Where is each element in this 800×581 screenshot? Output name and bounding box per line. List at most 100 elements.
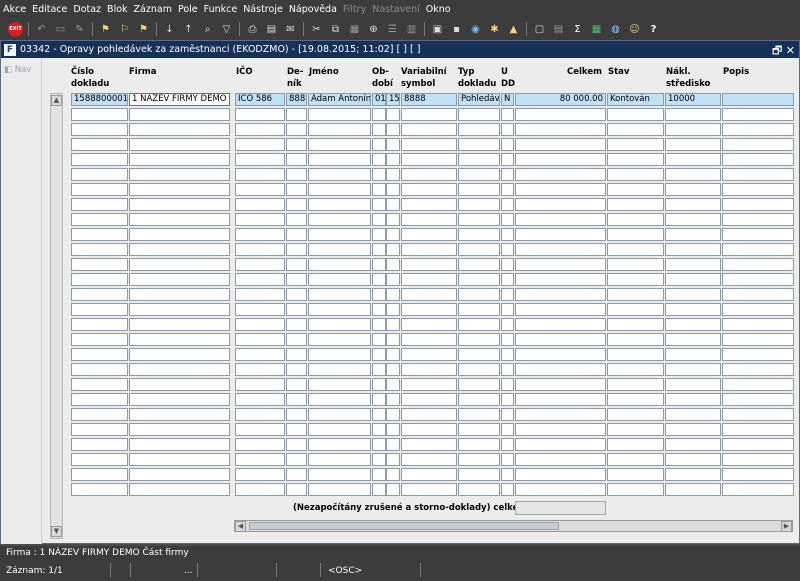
- empty-cell-typ[interactable]: [458, 273, 500, 286]
- empty-cell-firma[interactable]: [129, 303, 230, 316]
- empty-cell-udd[interactable]: [501, 303, 514, 316]
- empty-cell-typ[interactable]: [458, 333, 500, 346]
- empty-cell-celkem[interactable]: [515, 198, 606, 211]
- zoom-icon[interactable]: ⊕: [366, 22, 381, 37]
- empty-cell-jmeno[interactable]: [308, 453, 371, 466]
- empty-cell-denik[interactable]: [286, 123, 307, 136]
- empty-cell-popis[interactable]: [722, 318, 794, 331]
- empty-cell-ico[interactable]: [235, 108, 285, 121]
- empty-cell-obdobi[interactable]: [372, 483, 386, 496]
- empty-cell-typ[interactable]: [458, 393, 500, 406]
- search-icon[interactable]: ⌕: [200, 22, 215, 37]
- empty-cell-stav[interactable]: [607, 138, 664, 151]
- empty-cell-nakl[interactable]: [665, 408, 721, 421]
- empty-cell-popis[interactable]: [722, 453, 794, 466]
- empty-cell-popis[interactable]: [722, 183, 794, 196]
- empty-cell-stav[interactable]: [607, 348, 664, 361]
- empty-cell-cislo[interactable]: [71, 213, 128, 226]
- empty-cell-denik[interactable]: [286, 408, 307, 421]
- empty-cell-firma[interactable]: [129, 213, 230, 226]
- empty-cell-varsym[interactable]: [401, 288, 457, 301]
- empty-cell-denik[interactable]: [286, 168, 307, 181]
- record-cell-typ[interactable]: Pohledávk: [458, 93, 500, 106]
- star-icon[interactable]: ✱: [487, 22, 502, 37]
- empty-cell-ico[interactable]: [235, 153, 285, 166]
- empty-cell-obdobi2[interactable]: [386, 348, 400, 361]
- record-scrollbar[interactable]: ▲ ▼: [50, 93, 63, 539]
- empty-cell-obdobi2[interactable]: [386, 378, 400, 391]
- empty-cell-nakl[interactable]: [665, 393, 721, 406]
- empty-cell-typ[interactable]: [458, 423, 500, 436]
- menu-item-editace[interactable]: Editace: [29, 4, 70, 15]
- empty-cell-udd[interactable]: [501, 243, 514, 256]
- nav-button[interactable]: ◧ Nav: [4, 65, 31, 75]
- empty-cell-celkem[interactable]: [515, 183, 606, 196]
- empty-cell-obdobi[interactable]: [372, 153, 386, 166]
- empty-cell-obdobi[interactable]: [372, 243, 386, 256]
- empty-cell-typ[interactable]: [458, 258, 500, 271]
- empty-cell-celkem[interactable]: [515, 423, 606, 436]
- menu-item-nastaveni[interactable]: Nastavení: [369, 4, 423, 15]
- empty-cell-denik[interactable]: [286, 303, 307, 316]
- empty-cell-ico[interactable]: [235, 213, 285, 226]
- empty-cell-cislo[interactable]: [71, 273, 128, 286]
- empty-cell-nakl[interactable]: [665, 288, 721, 301]
- empty-cell-cislo[interactable]: [71, 393, 128, 406]
- empty-cell-cislo[interactable]: [71, 483, 128, 496]
- empty-cell-stav[interactable]: [607, 453, 664, 466]
- empty-cell-celkem[interactable]: [515, 243, 606, 256]
- empty-cell-obdobi[interactable]: [372, 288, 386, 301]
- empty-cell-typ[interactable]: [458, 243, 500, 256]
- record-cell-udd[interactable]: N: [501, 93, 514, 106]
- save-icon[interactable]: ▪: [449, 22, 464, 37]
- empty-cell-obdobi2[interactable]: [386, 318, 400, 331]
- empty-cell-jmeno[interactable]: [308, 333, 371, 346]
- empty-cell-obdobi[interactable]: [372, 423, 386, 436]
- empty-cell-celkem[interactable]: [515, 213, 606, 226]
- empty-cell-denik[interactable]: [286, 228, 307, 241]
- empty-cell-udd[interactable]: [501, 288, 514, 301]
- empty-cell-firma[interactable]: [129, 363, 230, 376]
- empty-cell-ico[interactable]: [235, 198, 285, 211]
- empty-cell-cislo[interactable]: [71, 408, 128, 421]
- record-cell-nakl[interactable]: 10000: [665, 93, 721, 106]
- empty-cell-denik[interactable]: [286, 348, 307, 361]
- scroll-up-icon[interactable]: ▲: [51, 95, 62, 106]
- empty-cell-varsym[interactable]: [401, 423, 457, 436]
- empty-cell-cislo[interactable]: [71, 108, 128, 121]
- empty-cell-obdobi2[interactable]: [386, 168, 400, 181]
- empty-cell-nakl[interactable]: [665, 273, 721, 286]
- empty-cell-obdobi[interactable]: [372, 393, 386, 406]
- empty-cell-varsym[interactable]: [401, 273, 457, 286]
- close-icon[interactable]: ✕: [786, 44, 795, 57]
- empty-cell-udd[interactable]: [501, 168, 514, 181]
- empty-cell-varsym[interactable]: [401, 363, 457, 376]
- empty-cell-firma[interactable]: [129, 438, 230, 451]
- empty-cell-ico[interactable]: [235, 273, 285, 286]
- user-help-icon[interactable]: ☺: [627, 22, 642, 37]
- empty-cell-typ[interactable]: [458, 168, 500, 181]
- empty-cell-celkem[interactable]: [515, 228, 606, 241]
- empty-cell-udd[interactable]: [501, 363, 514, 376]
- empty-cell-jmeno[interactable]: [308, 108, 371, 121]
- empty-cell-firma[interactable]: [129, 408, 230, 421]
- horizontal-scrollbar[interactable]: ◀ ▶: [234, 520, 793, 532]
- record-cell-ico[interactable]: IČO 586: [235, 93, 285, 106]
- help-icon[interactable]: ?: [646, 22, 661, 37]
- empty-cell-denik[interactable]: [286, 438, 307, 451]
- empty-cell-popis[interactable]: [722, 108, 794, 121]
- empty-cell-ico[interactable]: [235, 288, 285, 301]
- empty-cell-firma[interactable]: [129, 228, 230, 241]
- empty-cell-typ[interactable]: [458, 408, 500, 421]
- empty-cell-celkem[interactable]: [515, 123, 606, 136]
- empty-cell-udd[interactable]: [501, 108, 514, 121]
- empty-cell-jmeno[interactable]: [308, 483, 371, 496]
- menu-item-napoveda[interactable]: Nápověda: [286, 4, 340, 15]
- scroll-down-icon[interactable]: ▼: [51, 526, 62, 537]
- record-cell-celkem[interactable]: 80 000.00: [515, 93, 606, 106]
- empty-cell-stav[interactable]: [607, 423, 664, 436]
- empty-cell-jmeno[interactable]: [308, 123, 371, 136]
- columns-icon[interactable]: ▥: [404, 22, 419, 37]
- empty-cell-celkem[interactable]: [515, 408, 606, 421]
- calculator-icon[interactable]: ▣: [430, 22, 445, 37]
